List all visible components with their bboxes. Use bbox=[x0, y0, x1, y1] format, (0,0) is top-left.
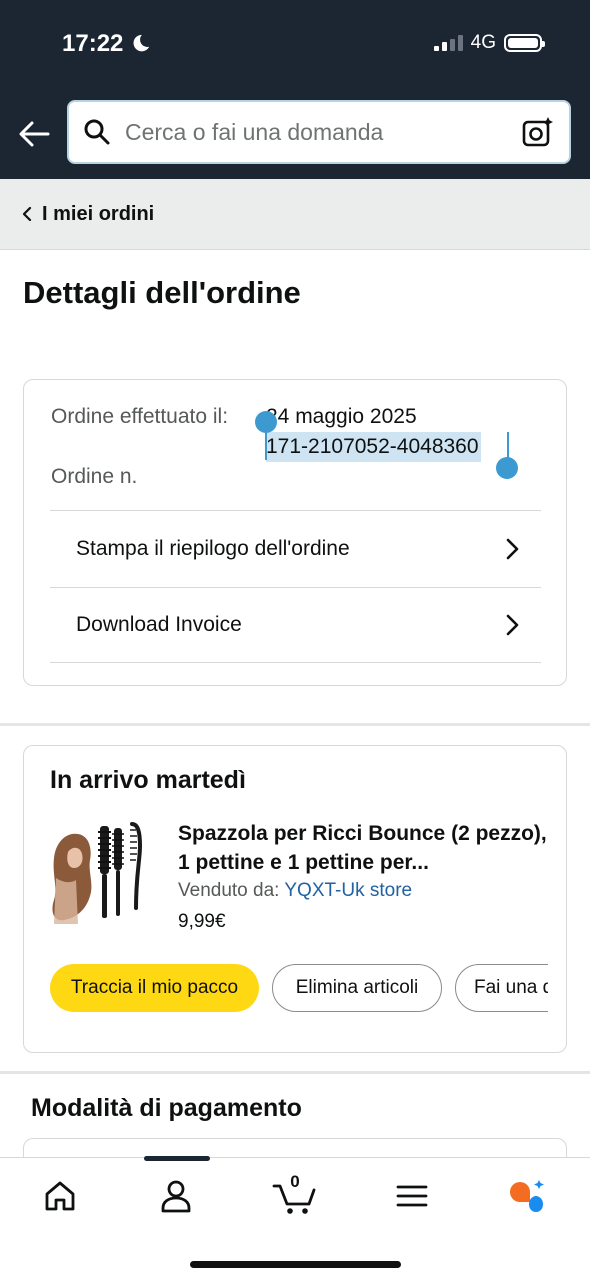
rufus-assistant-icon[interactable] bbox=[506, 1176, 546, 1216]
account-icon[interactable] bbox=[156, 1176, 196, 1216]
section-divider bbox=[0, 1071, 590, 1074]
bottom-nav: 0 bbox=[0, 1156, 590, 1280]
ask-question-button[interactable]: Fai una d bbox=[455, 964, 548, 1012]
selection-handle-start[interactable] bbox=[255, 411, 277, 433]
sold-by-label: Venduto da: bbox=[178, 880, 280, 901]
breadcrumb-label[interactable]: I miei ordini bbox=[42, 203, 154, 226]
search-bar[interactable]: Cerca o fai una domanda bbox=[67, 100, 571, 164]
moon-icon bbox=[133, 34, 150, 52]
chevron-left-icon bbox=[22, 207, 32, 221]
payment-heading: Modalità di pagamento bbox=[31, 1094, 302, 1122]
track-package-button[interactable]: Traccia il mio pacco bbox=[50, 964, 259, 1012]
status-right: 4G bbox=[433, 32, 545, 54]
shipment-actions: Traccia il mio pacco Elimina articoli Fa… bbox=[50, 964, 548, 1014]
product-image[interactable] bbox=[50, 818, 148, 924]
delivery-heading: In arrivo martedì bbox=[50, 766, 246, 794]
network-label: 4G bbox=[470, 32, 496, 53]
camera-sparkle-icon[interactable] bbox=[521, 115, 555, 149]
chevron-right-icon bbox=[506, 614, 519, 636]
clock-text: 17:22 bbox=[62, 30, 124, 57]
selection-handle-end[interactable] bbox=[496, 457, 518, 479]
order-number-label: Ordine n. bbox=[51, 465, 138, 488]
delete-items-button[interactable]: Elimina articoli bbox=[272, 964, 442, 1012]
signal-icon bbox=[433, 35, 463, 51]
page-title: Dettagli dell'ordine bbox=[23, 275, 301, 310]
cart-icon bbox=[272, 1184, 316, 1214]
download-invoice-label: Download Invoice bbox=[76, 613, 242, 636]
product-title[interactable]: Spazzola per Ricci Bounce (2 pezzo), 1 p… bbox=[178, 819, 548, 877]
product-price: 9,99€ bbox=[178, 911, 226, 932]
breadcrumb[interactable]: I miei ordini bbox=[0, 179, 590, 250]
order-info-card: Ordine effettuato il: Ordine n. 24 maggi… bbox=[23, 379, 567, 686]
selection-caret-start bbox=[265, 432, 267, 460]
search-icon bbox=[84, 119, 110, 145]
menu-icon[interactable] bbox=[392, 1176, 432, 1216]
shipment-card: In arrivo martedì Spazzola per Ricci Bou… bbox=[23, 745, 567, 1053]
seller-link[interactable]: YQXT-Uk store bbox=[284, 880, 412, 901]
home-indicator bbox=[190, 1261, 401, 1268]
seller-line: Venduto da: YQXT-Uk store bbox=[178, 880, 412, 902]
status-time: 17:22 bbox=[62, 30, 151, 58]
battery-icon bbox=[504, 34, 545, 52]
chevron-right-icon bbox=[506, 538, 519, 559]
active-tab-indicator bbox=[144, 1156, 210, 1161]
back-arrow-icon[interactable] bbox=[18, 118, 50, 150]
download-invoice-row[interactable]: Download Invoice bbox=[50, 587, 541, 663]
order-number-selected[interactable]: 171-2107052-4048360 bbox=[266, 432, 481, 462]
order-placed-date: 24 maggio 2025 bbox=[266, 405, 417, 428]
cart-tab[interactable]: 0 bbox=[272, 1172, 318, 1216]
section-divider bbox=[0, 723, 590, 726]
search-placeholder[interactable]: Cerca o fai una domanda bbox=[125, 119, 521, 146]
order-placed-label: Ordine effettuato il: bbox=[51, 405, 229, 428]
home-icon[interactable] bbox=[40, 1176, 80, 1216]
status-bar: 17:22 4G bbox=[0, 0, 590, 90]
print-summary-row[interactable]: Stampa il riepilogo dell'ordine bbox=[50, 510, 541, 586]
print-summary-label: Stampa il riepilogo dell'ordine bbox=[76, 536, 350, 560]
selection-caret-end bbox=[507, 432, 509, 460]
top-header: 17:22 4G Cerca o fai una domanda bbox=[0, 0, 590, 179]
